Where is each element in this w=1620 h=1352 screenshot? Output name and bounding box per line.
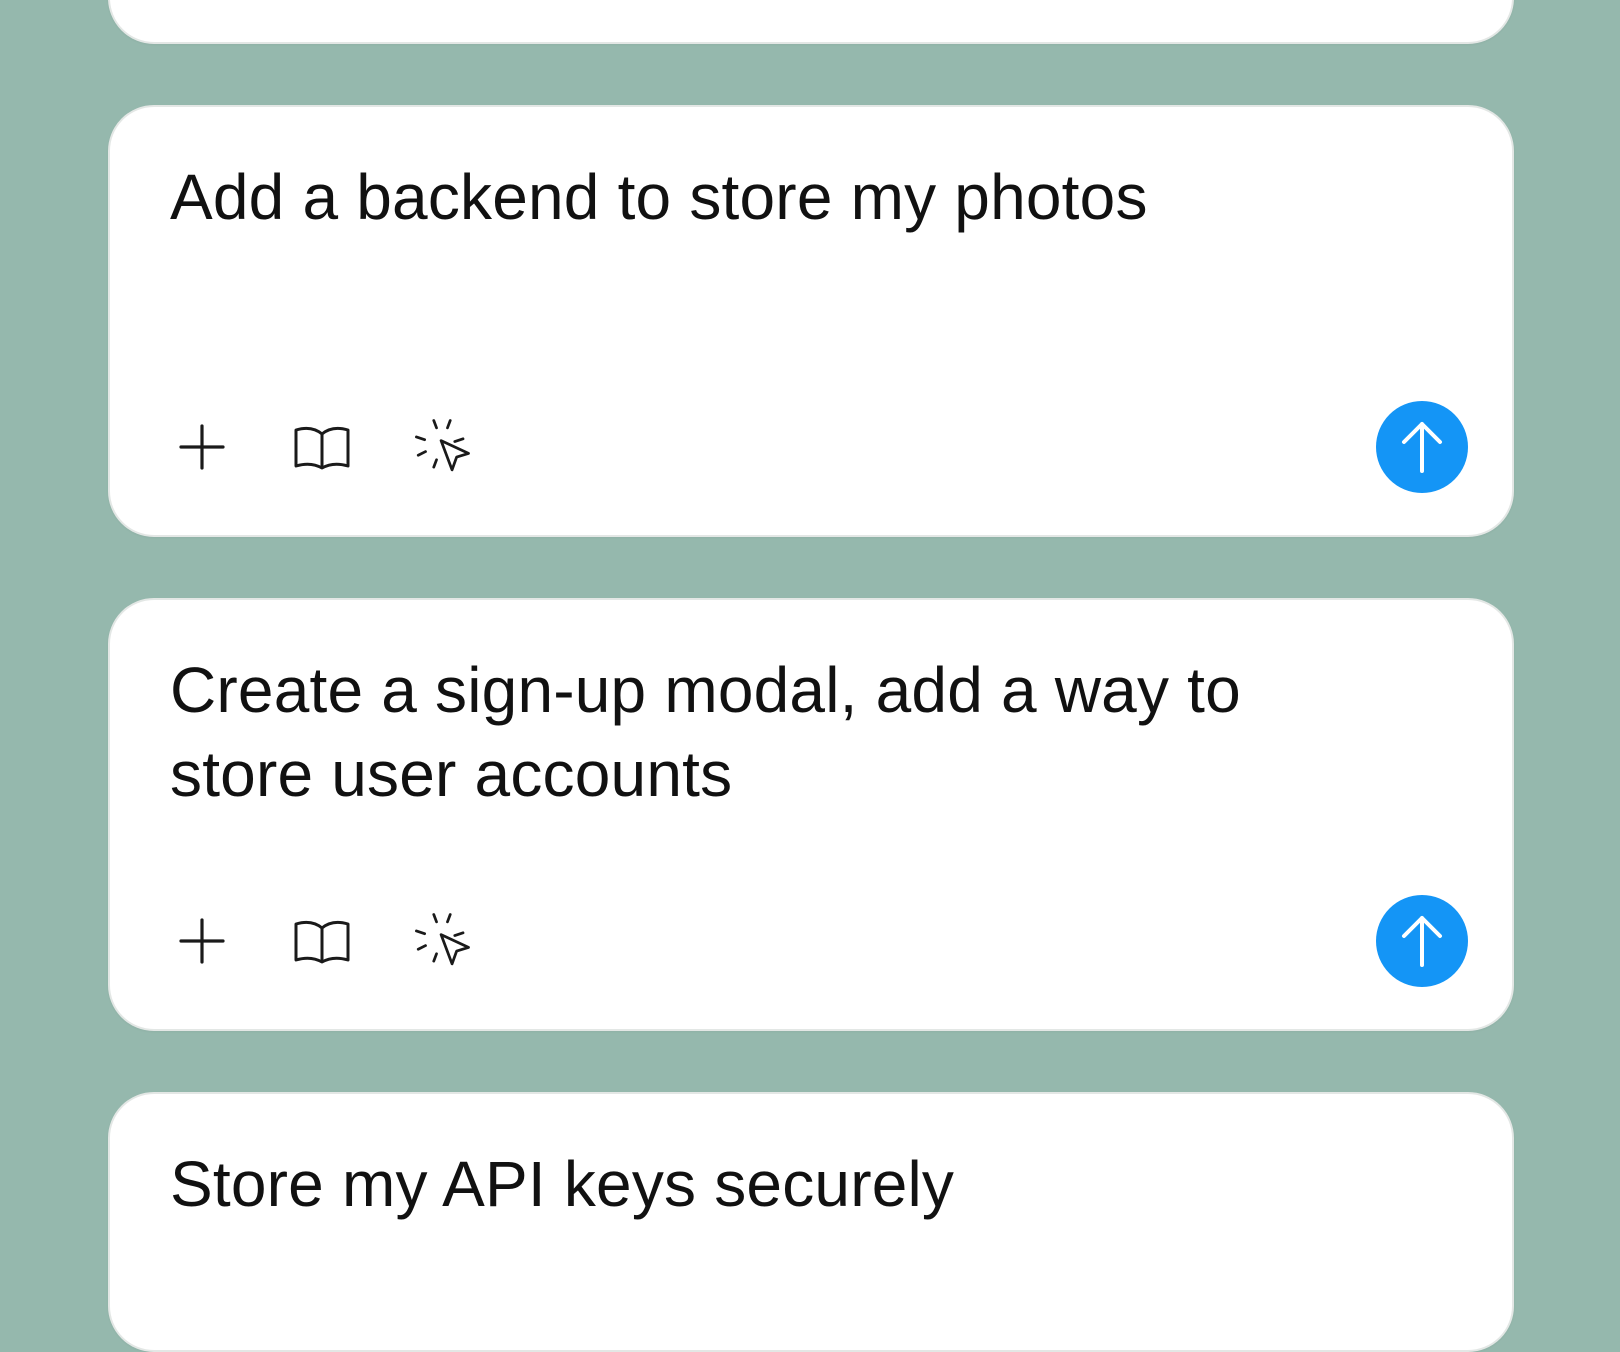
book-icon bbox=[294, 920, 350, 964]
plus-icon bbox=[179, 424, 225, 470]
arrow-up-icon bbox=[1402, 422, 1442, 473]
arrow-up-icon bbox=[1402, 916, 1442, 967]
knowledge-button[interactable] bbox=[290, 415, 354, 479]
prompt-text[interactable]: Store my API keys securely bbox=[170, 1142, 1372, 1226]
knowledge-button[interactable] bbox=[290, 909, 354, 973]
prompt-card bbox=[108, 0, 1514, 44]
cursor-click-icon bbox=[415, 419, 470, 472]
add-attachment-button[interactable] bbox=[170, 909, 234, 973]
send-button[interactable] bbox=[1376, 401, 1468, 493]
add-attachment-button[interactable] bbox=[170, 415, 234, 479]
book-icon bbox=[294, 426, 350, 470]
select-element-button[interactable] bbox=[410, 415, 474, 479]
plus-icon bbox=[179, 918, 225, 964]
cursor-click-icon bbox=[415, 913, 470, 966]
prompt-card: Store my API keys securely bbox=[108, 1092, 1514, 1352]
select-element-button[interactable] bbox=[410, 909, 474, 973]
prompt-text[interactable]: Create a sign-up modal, add a way to sto… bbox=[170, 648, 1372, 816]
prompt-toolbar bbox=[166, 895, 1468, 987]
prompt-text[interactable]: Add a backend to store my photos bbox=[170, 155, 1372, 239]
prompt-toolbar bbox=[166, 401, 1468, 493]
prompt-card: Create a sign-up modal, add a way to sto… bbox=[108, 598, 1514, 1031]
prompt-card: Add a backend to store my photos bbox=[108, 105, 1514, 537]
send-button[interactable] bbox=[1376, 895, 1468, 987]
